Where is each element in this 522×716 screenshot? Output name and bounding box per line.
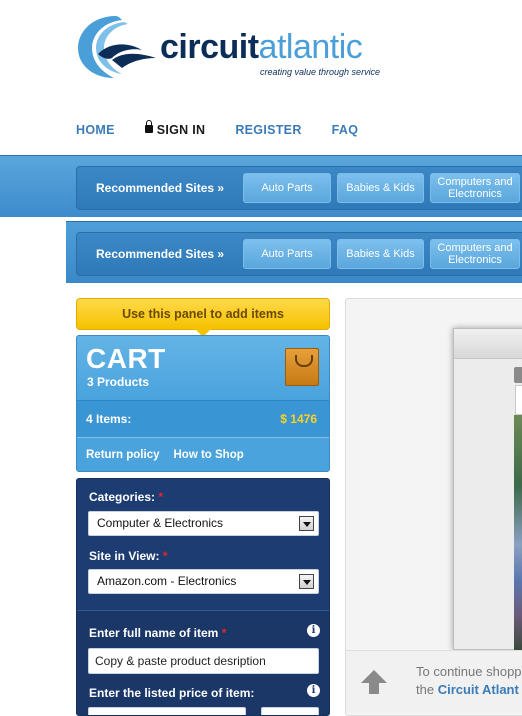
recommended-label: Recommended Sites » <box>96 247 225 261</box>
preview-window-button[interactable] <box>514 367 522 383</box>
rec-computers-button[interactable]: Computers and Electronics <box>430 239 520 269</box>
continue-text: To continue shopp <box>416 664 522 679</box>
categories-label: Categories: * <box>89 490 164 504</box>
cart-total: $ 1476 <box>280 412 317 426</box>
rec-auto-parts-button[interactable]: Auto Parts <box>243 239 331 269</box>
nav-signin-label: SIGN IN <box>156 123 206 137</box>
nav-home-link[interactable]: HOME <box>76 123 115 137</box>
panel-hint-banner: Use this panel to add items <box>76 298 330 337</box>
nav-register-link[interactable]: REGISTER <box>235 123 301 137</box>
rec-babies-kids-button[interactable]: Babies & Kids <box>337 173 424 203</box>
lock-icon <box>144 120 153 133</box>
recommended-label: Recommended Sites » <box>96 181 225 195</box>
chevron-down-icon <box>299 574 314 589</box>
rec-computers-button[interactable]: Computers and Electronics <box>430 173 520 203</box>
brand-name: circuitatlantic <box>160 28 363 66</box>
rec-auto-parts-button[interactable]: Auto Parts <box>243 173 331 203</box>
cart-product-count: 3 Products <box>87 375 150 389</box>
add-item-form: Categories: * Computer & Electronics Sit… <box>76 478 330 716</box>
recommended-bar-secondary: Recommended Sites » Auto Parts Babies & … <box>66 221 522 283</box>
chevron-down-icon <box>299 516 314 531</box>
categories-select[interactable]: Computer & Electronics <box>88 511 319 536</box>
site-logo[interactable]: circuitatlantic creating value through s… <box>76 12 396 84</box>
required-marker: * <box>162 549 168 563</box>
cart-panel: CART 3 Products 4 Items: $ 1476 Return p… <box>76 335 330 472</box>
recommended-strip: Recommended Sites » Auto Parts Babies & … <box>76 166 522 210</box>
cart-summary-row: 4 Items: $ 1476 <box>77 400 329 438</box>
info-icon[interactable]: i <box>307 624 320 637</box>
brand-tagline: creating value through service <box>260 67 381 77</box>
continue-text-line2: the Circuit Atlant <box>416 682 519 697</box>
required-marker: * <box>221 626 227 640</box>
recommended-strip-secondary: Recommended Sites » Auto Parts Babies & … <box>76 232 522 276</box>
site-in-view-label: Site in View: * <box>89 549 168 563</box>
preview-image <box>514 415 522 651</box>
site-in-view-select-value: Amazon.com - Electronics <box>97 574 237 588</box>
info-icon[interactable]: i <box>307 684 320 697</box>
nav-signin-link[interactable]: SIGN IN <box>144 120 206 137</box>
cart-links: Return policy How to Shop <box>77 438 329 471</box>
required-marker: * <box>158 490 164 504</box>
top-nav: HOME SIGN IN REGISTER FAQ <box>76 120 388 137</box>
preview-window <box>453 328 522 651</box>
rec-babies-kids-button[interactable]: Babies & Kids <box>337 239 424 269</box>
item-name-label: Enter full name of item * <box>89 626 227 640</box>
preview-scrollbar[interactable] <box>515 385 522 415</box>
shopping-bag-icon[interactable] <box>285 348 319 386</box>
recommended-bar: Recommended Sites » Auto Parts Babies & … <box>0 155 522 217</box>
how-to-shop-link[interactable]: How to Shop <box>173 449 243 461</box>
cart-header: CART 3 Products <box>77 336 329 400</box>
item-details-section: Enter full name of item * i Copy & paste… <box>77 611 329 715</box>
cart-items-label: 4 Items: <box>86 412 132 426</box>
preview-window-titlebar <box>454 329 522 359</box>
arrow-up-icon[interactable] <box>360 669 388 695</box>
site-in-view-select[interactable]: Amazon.com - Electronics <box>88 569 319 594</box>
item-name-input[interactable]: Copy & paste product desription <box>88 648 319 674</box>
price-input[interactable] <box>88 707 246 715</box>
logo-swirl-icon <box>78 16 156 78</box>
currency-select[interactable] <box>261 707 319 715</box>
return-policy-link[interactable]: Return policy <box>86 449 159 461</box>
circuit-atlantic-link[interactable]: Circuit Atlant <box>438 682 519 697</box>
categories-select-value: Computer & Electronics <box>97 516 224 530</box>
cart-title: CART <box>86 343 166 374</box>
price-label: Enter the listed price of item: <box>89 686 255 700</box>
nav-faq-link[interactable]: FAQ <box>332 123 359 137</box>
continue-shopping-bar: To continue shopp the Circuit Atlant <box>346 650 522 712</box>
